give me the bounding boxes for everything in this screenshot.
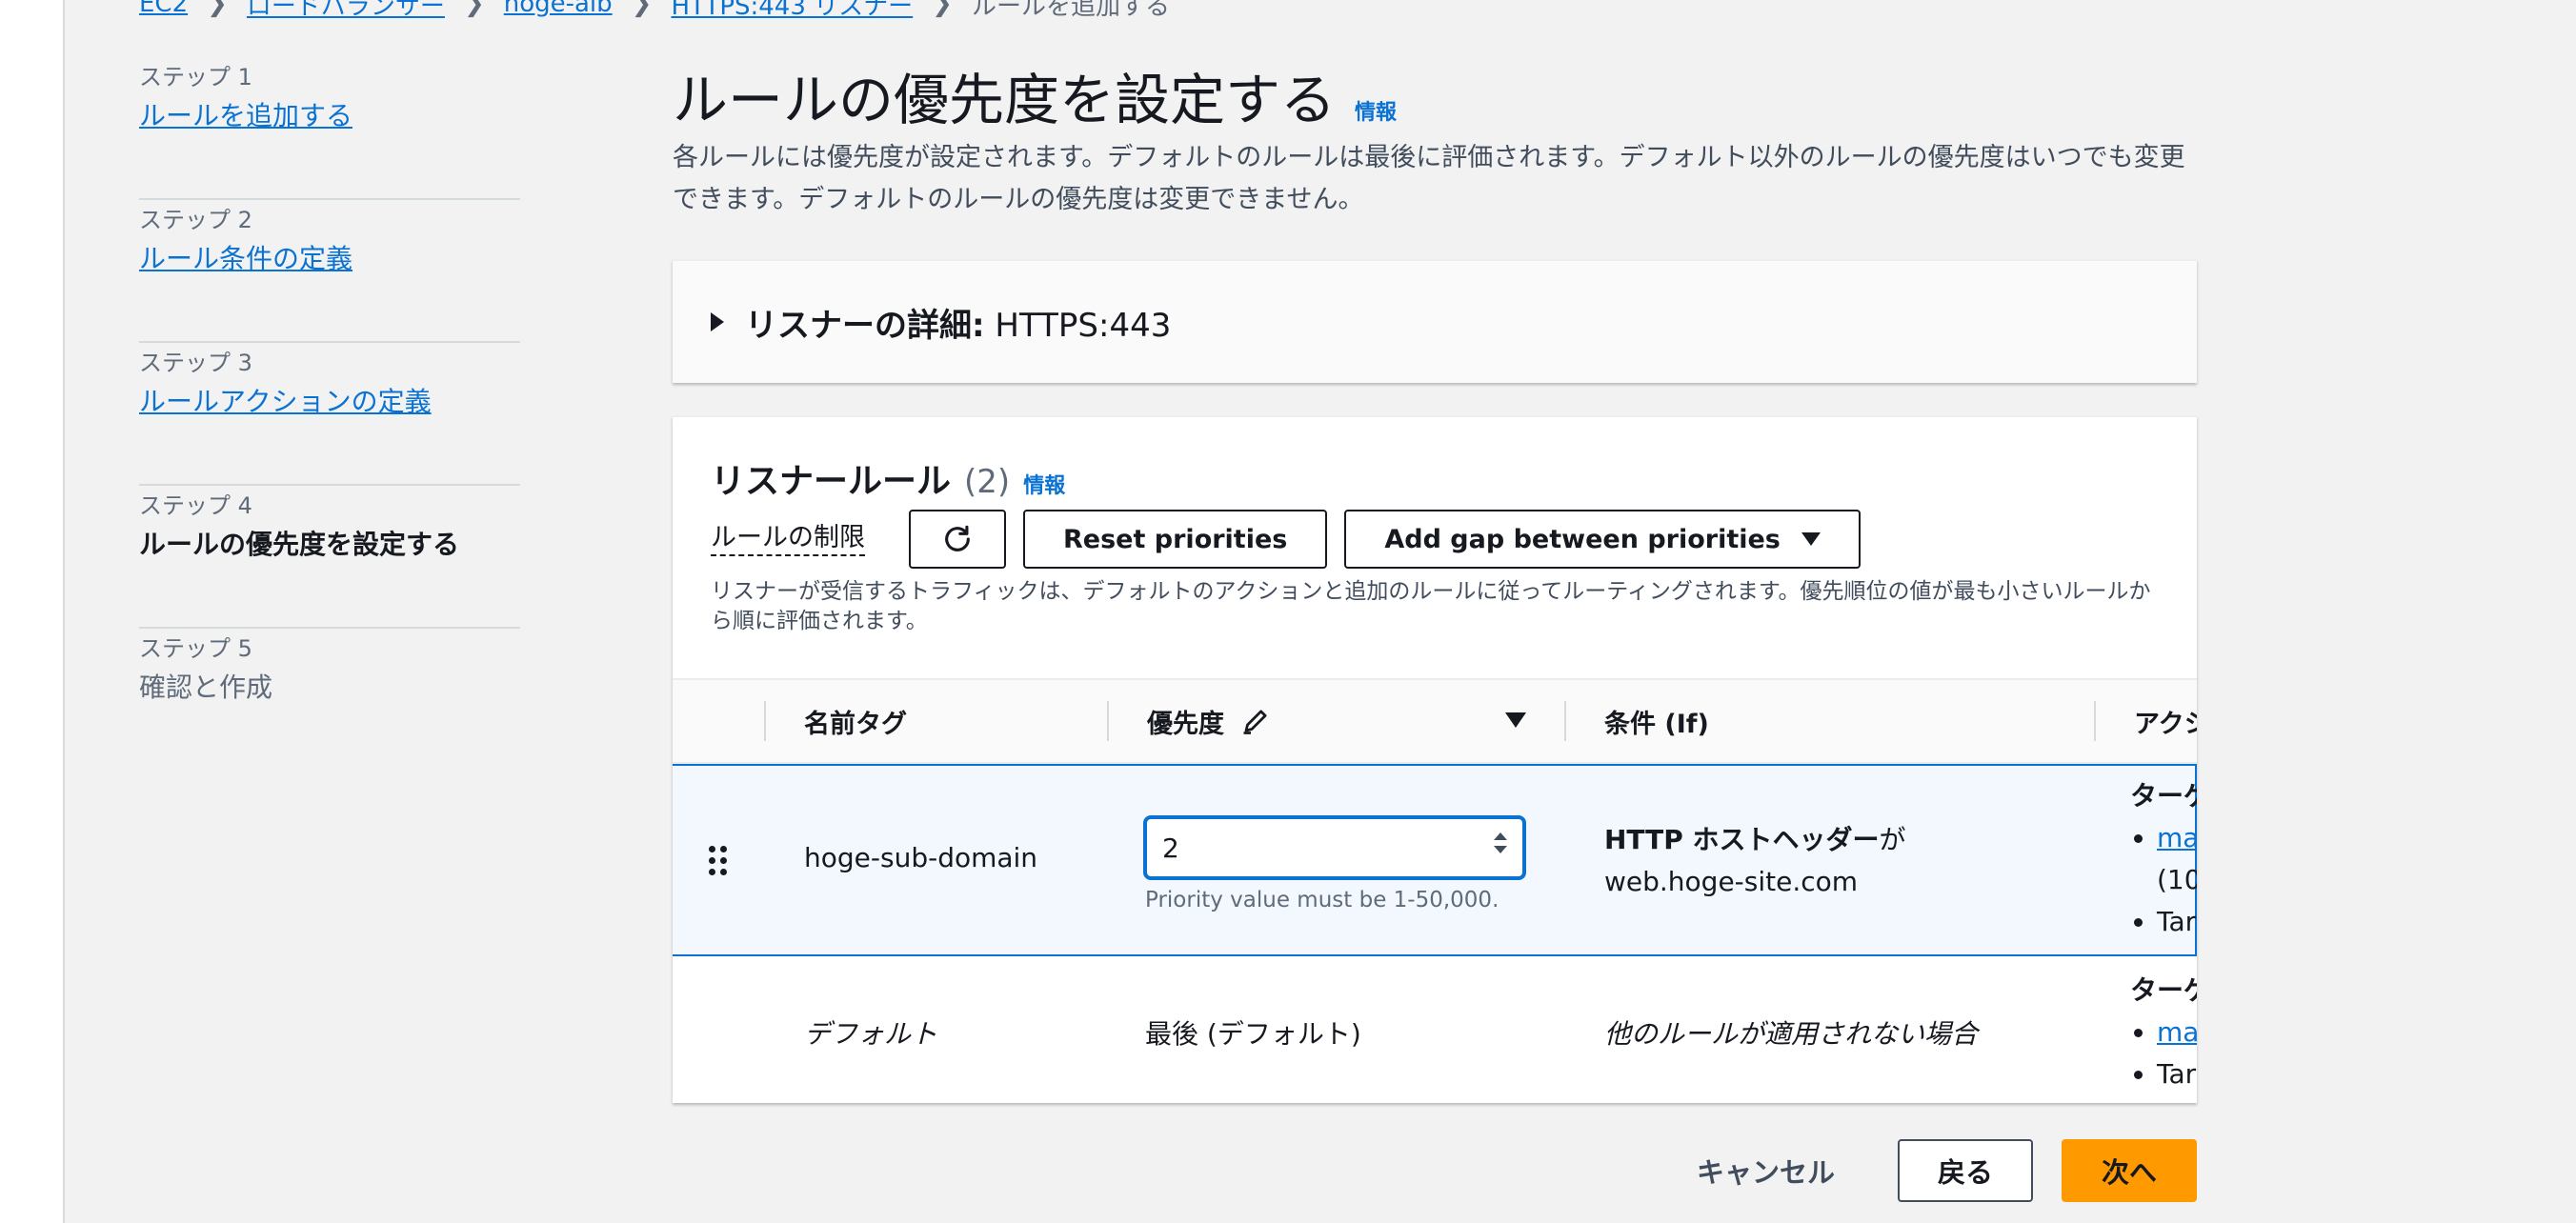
page-title: ルールの優先度を設定する (673, 68, 1337, 132)
chevron-right-icon: ❯ (932, 0, 953, 18)
listener-details-expander[interactable]: リスナーの詳細: HTTPS:443 (711, 261, 1171, 383)
rules-title: リスナールール (711, 462, 952, 501)
target-group-weight: (10 (2157, 864, 2197, 895)
caret-right-icon (711, 312, 724, 331)
rules-header: リスナールール (2) 情報 (711, 453, 1065, 503)
rule-condition: HTTP ホストヘッダーが web.hoge-site.com (1604, 819, 2052, 903)
list-item: Tar (2157, 1053, 2197, 1095)
step-number: ステップ 4 (139, 492, 252, 519)
step-4: ステップ 4 ルールの優先度を設定する (139, 486, 520, 629)
condition-type: HTTP ホストヘッダー (1604, 824, 1880, 855)
listener-rules-panel: リスナールール (2) 情報 ルールの制限 Reset priorities A… (673, 416, 2197, 1103)
priority-value: 2 (1162, 832, 1179, 864)
rule-condition: 他のルールが適用されない場合 (1604, 1018, 1979, 1050)
breadcrumb-listener[interactable]: HTTPS:443 リスナー (671, 0, 913, 22)
step-current-set-priority: ルールの優先度を設定する (139, 529, 460, 560)
breadcrumb-alb[interactable]: hoge-alb (504, 0, 613, 18)
breadcrumb: EC2 ❯ ロードバランサー ❯ hoge-alb ❯ HTTPS:443 リス… (139, 0, 1170, 23)
column-divider (1564, 701, 1566, 741)
list-item: ma (10 (2157, 817, 2197, 901)
action-title: ターゲ (2130, 780, 2197, 812)
column-header-condition: 条件 (If) (1604, 709, 1709, 739)
step-review-create: 確認と作成 (139, 672, 273, 703)
chevron-right-icon: ❯ (207, 0, 228, 18)
step-link-define-actions[interactable]: ルールアクションの定義 (139, 383, 432, 421)
add-gap-label: Add gap between priorities (1384, 524, 1781, 554)
priority-header-label: 優先度 (1147, 709, 1224, 739)
step-5: ステップ 5 確認と作成 (139, 629, 520, 772)
listener-details-label: リスナーの詳細: (745, 306, 985, 345)
step-2: ステップ 2 ルール条件の定義 (139, 200, 520, 343)
column-header-name: 名前タグ (804, 709, 907, 739)
wizard-footer: キャンセル 戻る 次へ (1662, 1139, 2197, 1202)
rule-limits-link[interactable]: ルールの制限 (711, 522, 865, 556)
sort-desc-icon[interactable] (1505, 712, 1526, 728)
action-list: ma Tar (2130, 1012, 2197, 1095)
target-group-link[interactable]: ma (2157, 1016, 2197, 1048)
rules-table: 名前タグ 優先度 条件 (If) アクシ hoge-sub-domain 2 (673, 678, 2197, 1103)
table-row[interactable]: hoge-sub-domain 2 Priority value must be… (673, 764, 2197, 956)
column-divider (1107, 701, 1109, 741)
wizard-steps: ステップ 1 ルールを追加する ステップ 2 ルール条件の定義 ステップ 3 ル… (139, 57, 520, 772)
step-link-add-rule[interactable]: ルールを追加する (139, 97, 352, 135)
breadcrumb-current: ルールを追加する (971, 0, 1170, 21)
column-header-action: アクシ (2134, 709, 2197, 739)
page-left-margin (0, 0, 63, 1223)
breadcrumb-ec2[interactable]: EC2 (139, 0, 188, 18)
next-button[interactable]: 次へ (2061, 1139, 2197, 1202)
step-number: ステップ 3 (139, 350, 252, 376)
table-header: 名前タグ 優先度 条件 (If) アクシ (673, 678, 2197, 764)
step-link-define-conditions[interactable]: ルール条件の定義 (139, 240, 352, 278)
rule-name: hoge-sub-domain (804, 842, 1038, 873)
target-group-link[interactable]: ma (2157, 822, 2197, 853)
info-link[interactable]: 情報 (1023, 469, 1065, 499)
chevron-right-icon: ❯ (631, 0, 653, 18)
rule-action: ターゲ ma (10 Tar (2130, 775, 2197, 943)
list-item: ma (2157, 1012, 2197, 1053)
reset-priorities-label: Reset priorities (1063, 524, 1288, 554)
priority-input[interactable]: 2 (1143, 815, 1526, 880)
refresh-icon (945, 525, 970, 551)
add-gap-dropdown-button[interactable]: Add gap between priorities (1344, 510, 1861, 569)
drag-handle-icon[interactable] (709, 846, 728, 876)
caret-down-icon (1801, 532, 1821, 546)
rule-priority: 最後 (デフォルト) (1145, 1018, 1361, 1050)
reset-priorities-button[interactable]: Reset priorities (1023, 510, 1328, 569)
stepper-icon[interactable] (1494, 832, 1507, 853)
action-list: ma (10 Tar (2130, 817, 2197, 943)
step-number: ステップ 1 (139, 64, 252, 90)
rules-description: リスナーが受信するトラフィックは、デフォルトのアクションと追加のルールに従ってル… (711, 579, 2151, 633)
info-link[interactable]: 情報 (1355, 95, 1397, 126)
action-title: ターゲ (2130, 974, 2197, 1006)
rule-name: デフォルト (804, 1018, 938, 1050)
step-number: ステップ 2 (139, 207, 252, 233)
page-header: ルールの優先度を設定する 情報 (673, 55, 1397, 135)
step-3: ステップ 3 ルールアクションの定義 (139, 343, 520, 486)
chevron-right-icon: ❯ (463, 0, 485, 18)
next-label: 次へ (2101, 1156, 2157, 1189)
refresh-button[interactable] (909, 510, 1006, 569)
table-row[interactable]: デフォルト 最後 (デフォルト) 他のルールが適用されない場合 ターゲ ma T… (673, 956, 2197, 1103)
listener-details-panel: リスナーの詳細: HTTPS:443 (673, 260, 2197, 383)
cancel-button[interactable]: キャンセル (1662, 1151, 1869, 1191)
column-divider (764, 701, 766, 741)
back-button[interactable]: 戻る (1897, 1139, 2033, 1202)
rule-action: ターゲ ma Tar (2130, 970, 2197, 1095)
breadcrumb-load-balancers[interactable]: ロードバランサー (247, 0, 445, 22)
step-1: ステップ 1 ルールを追加する (139, 57, 520, 200)
edit-icon (1243, 710, 1267, 734)
listener-details-value: HTTPS:443 (995, 306, 1172, 345)
list-item: Tar (2157, 901, 2197, 943)
page-description: 各ルールには優先度が設定されます。デフォルトのルールは最後に評価されます。デフォ… (673, 143, 2185, 214)
priority-hint: Priority value must be 1-50,000. (1145, 888, 1499, 912)
step-number: ステップ 5 (139, 635, 252, 662)
rules-toolbar: ルールの制限 Reset priorities Add gap between … (711, 509, 1878, 570)
rules-count: (2) (964, 463, 1011, 501)
back-label: 戻る (1937, 1156, 1993, 1189)
column-divider (2094, 701, 2096, 741)
column-header-priority: 優先度 (1147, 680, 1270, 762)
